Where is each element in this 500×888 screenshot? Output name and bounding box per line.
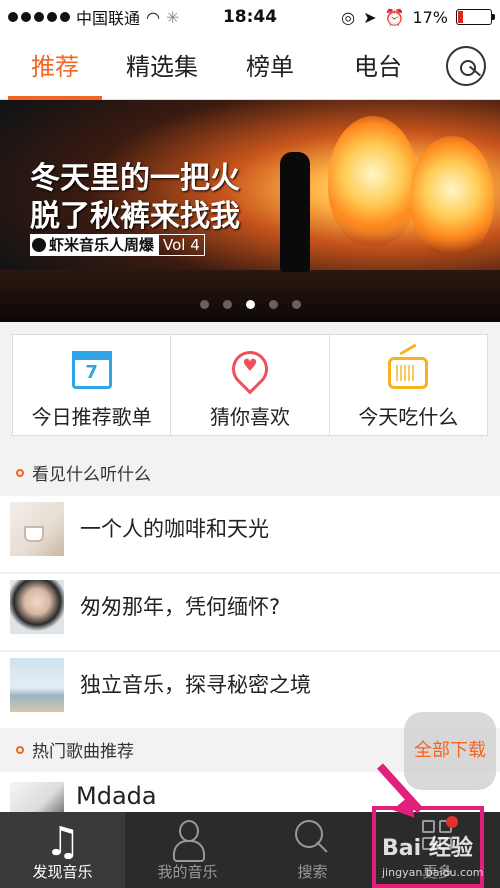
download-all-button[interactable]: 全部下载 <box>404 712 496 790</box>
nav-label: 发现音乐 <box>32 863 93 881</box>
quick-label: 猜你喜欢 <box>209 405 290 429</box>
brand-volume: Vol 4 <box>158 234 205 256</box>
nav-search[interactable]: 搜索 <box>250 812 375 888</box>
music-note-icon: ♫ <box>44 819 81 865</box>
tab-collections[interactable]: 精选集 <box>116 34 208 100</box>
alarm-icon: ⏰ <box>384 7 405 27</box>
nav-discover[interactable]: ♫ 发现音乐 <box>0 812 125 888</box>
now-playing-disc-icon[interactable] <box>446 46 486 86</box>
brand-name: 虾米音乐人周爆 <box>49 236 155 254</box>
download-all-label: 全部下载 <box>414 740 486 761</box>
pager-dot[interactable] <box>222 300 232 309</box>
calendar-icon: 7 <box>71 351 112 389</box>
xiami-logo-icon <box>32 238 46 252</box>
watermark-url: jingyan.baidu.com <box>382 866 484 879</box>
banner-headline: 冬天里的一把火 脱了秋裤来找我 <box>30 160 240 236</box>
quick-guess-you-like[interactable]: ♥ 猜你喜欢 <box>171 335 330 435</box>
section-header: 热门歌曲推荐 <box>16 737 134 762</box>
section-dot-icon <box>16 745 24 754</box>
list-item[interactable]: 匆匆那年，凭何缅怀? <box>0 574 500 650</box>
battery-percent: 17% <box>412 7 448 27</box>
quick-daily-playlist[interactable]: 7 今日推荐歌单 <box>13 335 172 435</box>
banner-brand: 虾米音乐人周爆 Vol 4 <box>30 234 205 256</box>
pager-dot[interactable] <box>268 300 278 309</box>
list-thumbnail <box>10 580 64 634</box>
person-icon <box>172 820 205 862</box>
flame-image <box>328 116 418 246</box>
brand-tag: 虾米音乐人周爆 <box>30 234 159 256</box>
calendar-day: 7 <box>85 362 98 383</box>
pager-dot[interactable] <box>245 300 255 309</box>
list-thumbnail <box>10 502 64 556</box>
pager-dot[interactable] <box>199 300 209 309</box>
list-thumbnail <box>10 658 64 712</box>
quick-label: 今日推荐歌单 <box>31 405 152 429</box>
section-dot-icon <box>16 468 24 477</box>
tab-radio[interactable]: 电台 <box>340 34 416 100</box>
status-right: ◎ ➤ ⏰ 17% <box>341 7 495 27</box>
banner-carousel[interactable]: 冬天里的一把火 脱了秋裤来找我 虾米音乐人周爆 Vol 4 <box>0 100 500 322</box>
nav-my-music[interactable]: 我的音乐 <box>125 812 250 888</box>
list-thumbnail <box>10 782 64 812</box>
top-tabs: 推荐 精选集 榜单 电台 <box>0 34 500 100</box>
list-item[interactable]: 一个人的咖啡和天光 <box>0 496 500 572</box>
lock-rotation-icon: ◎ <box>341 7 356 27</box>
list-item-title: 一个人的咖啡和天光 <box>80 517 269 541</box>
status-bar: 中国联通 ◠ ✳ 18:44 ◎ ➤ ⏰ 17% <box>0 0 500 34</box>
battery-icon <box>456 9 495 25</box>
banner-headline-line1: 冬天里的一把火 <box>30 161 240 196</box>
tab-recommend[interactable]: 推荐 <box>8 34 102 100</box>
location-icon: ➤ <box>363 7 377 27</box>
quick-label: 今天吃什么 <box>358 405 459 429</box>
section-title: 看见什么听什么 <box>32 465 151 485</box>
section-title: 热门歌曲推荐 <box>32 742 134 762</box>
nav-label: 搜索 <box>297 863 328 881</box>
list-item-title: 独立音乐，探寻秘密之境 <box>80 673 311 697</box>
list-item-title: 匆匆那年，凭何缅怀? <box>80 595 281 619</box>
heart-pin-icon: ♥ <box>224 343 276 395</box>
pager-dot[interactable] <box>291 300 301 309</box>
radio-icon <box>388 357 429 389</box>
banner-headline-line2: 脱了秋裤来找我 <box>30 199 240 234</box>
stage-image <box>0 270 500 322</box>
quick-entries: 7 今日推荐歌单 ♥ 猜你喜欢 今天吃什么 <box>12 334 488 436</box>
section-header: 看见什么听什么 <box>16 460 151 485</box>
flame-image <box>410 136 494 256</box>
list-item-title: Mdada <box>76 782 157 810</box>
performer-image <box>280 152 310 272</box>
search-icon <box>294 820 331 860</box>
carousel-pager <box>0 300 500 309</box>
baidu-watermark: Bai 经验 <box>382 836 473 861</box>
nav-label: 我的音乐 <box>157 863 218 881</box>
tab-charts[interactable]: 榜单 <box>232 34 308 100</box>
quick-what-to-eat[interactable]: 今天吃什么 <box>330 335 487 435</box>
